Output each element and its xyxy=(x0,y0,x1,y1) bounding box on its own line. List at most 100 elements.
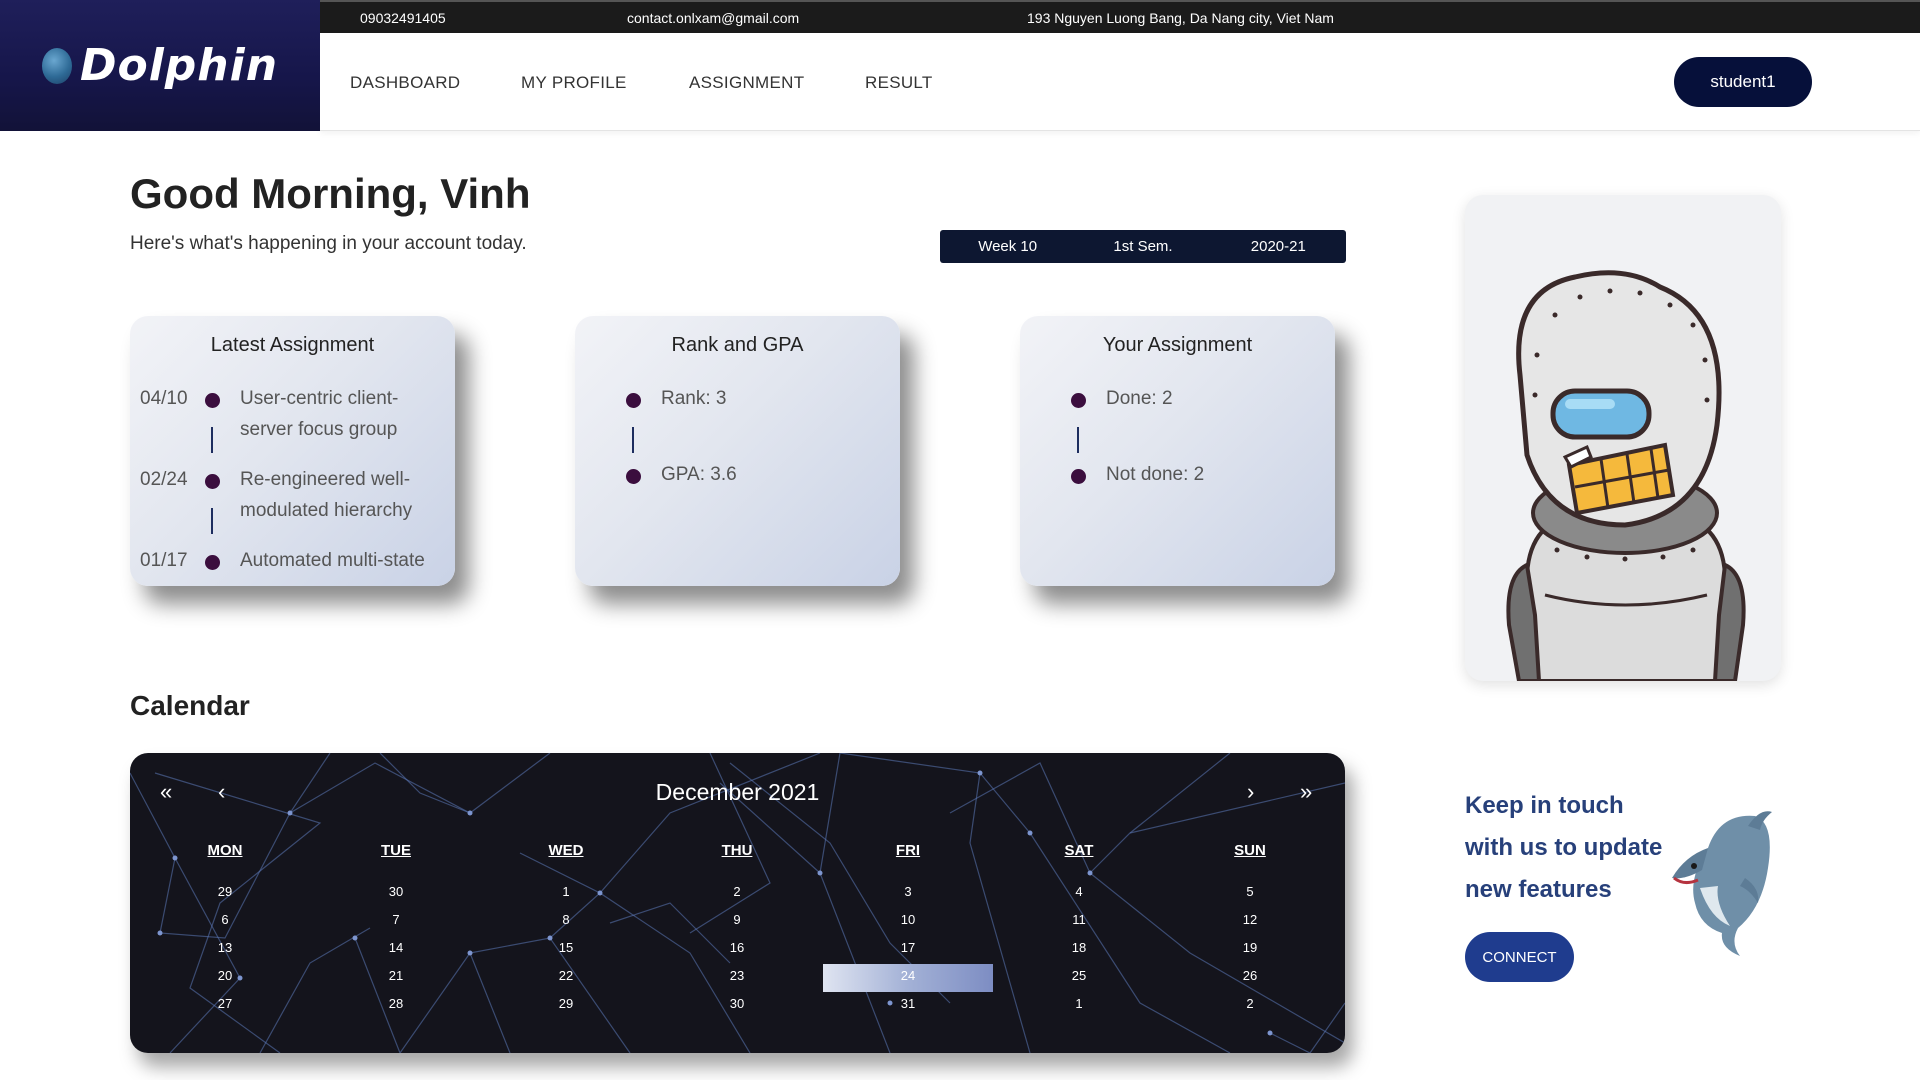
keep-in-touch-line: with us to update xyxy=(1465,834,1663,861)
calendar-day[interactable]: 15 xyxy=(536,940,596,955)
card-title: Latest Assignment xyxy=(210,334,375,356)
calendar-day[interactable]: 16 xyxy=(707,940,767,955)
timeline-dot xyxy=(626,393,641,408)
calendar-day[interactable]: 21 xyxy=(366,968,426,983)
keep-in-touch-line: new features xyxy=(1465,876,1612,903)
assignment-name-cont[interactable]: modulated hierarchy xyxy=(240,500,412,522)
calendar-day[interactable]: 26 xyxy=(1220,968,1280,983)
calendar-day[interactable]: 22 xyxy=(536,968,596,983)
calendar-day[interactable]: 12 xyxy=(1220,912,1280,927)
calendar-day[interactable]: 13 xyxy=(195,940,255,955)
nav-assignment[interactable]: ASSIGNMENT xyxy=(689,73,804,93)
calendar-next-month-button[interactable]: › xyxy=(1247,779,1254,805)
email-address[interactable]: contact.onlxam@gmail.com xyxy=(627,10,799,26)
calendar-day[interactable]: 29 xyxy=(195,884,255,899)
calendar-day[interactable]: 20 xyxy=(195,968,255,983)
latest-assignment-card[interactable]: Latest Assignment 04/10 User-centric cli… xyxy=(130,316,455,586)
calendar-day[interactable]: 2 xyxy=(707,884,767,899)
timeline-line xyxy=(211,427,213,453)
calendar-heading: Calendar xyxy=(130,690,250,721)
weekday-header: THU xyxy=(721,842,753,859)
timeline-line xyxy=(632,427,634,453)
brand-name: Dolphin xyxy=(79,40,279,91)
address: 193 Nguyen Luong Bang, Da Nang city, Vie… xyxy=(1027,10,1334,26)
nav-my-profile[interactable]: MY PROFILE xyxy=(521,73,627,93)
user-menu-button[interactable]: student1 xyxy=(1674,57,1812,107)
timeline-dot xyxy=(626,469,641,484)
rank-gpa-card[interactable]: Rank and GPA Rank: 3 GPA: 3.6 xyxy=(575,316,900,586)
calendar-day[interactable]: 2 xyxy=(1220,996,1280,1011)
calendar-next-year-button[interactable]: » xyxy=(1300,779,1312,805)
keep-in-touch-text: Keep in touch with us to update new feat… xyxy=(1465,785,1665,911)
assignment-date: 01/17 xyxy=(140,550,188,571)
assignment-date: 04/10 xyxy=(140,388,188,409)
calendar-day[interactable]: 6 xyxy=(195,912,255,927)
assignment-name-cont[interactable]: server focus group xyxy=(240,419,397,441)
calendar-day[interactable]: 30 xyxy=(366,884,426,899)
brand-logo[interactable]: Dolphin xyxy=(0,0,320,131)
not-done-count: Not done: 2 xyxy=(1106,464,1205,485)
weekday-header: WED xyxy=(548,842,584,859)
calendar-day[interactable]: 31 xyxy=(878,996,938,1011)
calendar-day[interactable]: 10 xyxy=(878,912,938,927)
weekday-header: SUN xyxy=(1234,842,1266,859)
main-navbar: DASHBOARD MY PROFILE ASSIGNMENT RESULT s… xyxy=(320,33,1920,131)
week-label: Week 10 xyxy=(978,238,1038,255)
calendar-widget: « ‹ December 2021 › » MON TUE WED THU FR… xyxy=(130,753,1345,1053)
calendar-day[interactable]: 23 xyxy=(707,968,767,983)
page-title: Good Morning, Vinh xyxy=(130,170,531,217)
timeline-dot xyxy=(205,474,220,489)
robot-illustration-card xyxy=(1465,195,1781,681)
calendar-day[interactable]: 3 xyxy=(878,884,938,899)
calendar-day[interactable]: 7 xyxy=(366,912,426,927)
calendar-day[interactable]: 25 xyxy=(1049,968,1109,983)
nav-result[interactable]: RESULT xyxy=(865,73,933,93)
done-count: Done: 2 xyxy=(1106,388,1173,409)
card-title: Your Assignment xyxy=(1102,334,1253,356)
calendar-day[interactable]: 17 xyxy=(878,940,938,955)
weekday-header: TUE xyxy=(381,842,411,859)
calendar-day[interactable]: 29 xyxy=(536,996,596,1011)
card-title: Rank and GPA xyxy=(671,334,804,356)
nav-dashboard[interactable]: DASHBOARD xyxy=(350,73,460,93)
weekday-header: SAT xyxy=(1064,842,1094,859)
calendar-day[interactable]: 4 xyxy=(1049,884,1109,899)
globe-icon xyxy=(41,47,72,84)
weekday-header: FRI xyxy=(895,842,921,859)
calendar-day[interactable]: 5 xyxy=(1220,884,1280,899)
assignment-date: 02/24 xyxy=(140,469,188,490)
your-assignment-card[interactable]: Your Assignment Done: 2 Not done: 2 xyxy=(1020,316,1335,586)
timeline-dot xyxy=(205,555,220,570)
assignment-name[interactable]: Automated multi-state xyxy=(240,550,425,572)
timeline-dot xyxy=(205,393,220,408)
dolphin-illustration xyxy=(1672,811,1772,956)
assignment-name[interactable]: Re-engineered well- xyxy=(240,469,410,491)
year-label: 2020-21 xyxy=(1250,238,1306,255)
calendar-day[interactable]: 9 xyxy=(707,912,767,927)
calendar-day[interactable]: 24 xyxy=(878,968,938,983)
calendar-day[interactable]: 1 xyxy=(536,884,596,899)
weekday-header: MON xyxy=(207,842,243,859)
calendar-day[interactable]: 18 xyxy=(1049,940,1109,955)
calendar-day[interactable]: 14 xyxy=(366,940,426,955)
timeline-dot xyxy=(1071,393,1086,408)
timeline-line xyxy=(211,508,213,534)
gpa-value: GPA: 3.6 xyxy=(661,464,737,485)
calendar-day[interactable]: 28 xyxy=(366,996,426,1011)
calendar-month-title[interactable]: December 2021 xyxy=(130,779,1345,806)
semester-label: 1st Sem. xyxy=(1113,238,1173,255)
calendar-day[interactable]: 8 xyxy=(536,912,596,927)
timeline-dot xyxy=(1071,469,1086,484)
calendar-day[interactable]: 1 xyxy=(1049,996,1109,1011)
calendar-day[interactable]: 27 xyxy=(195,996,255,1011)
page-subtitle: Here's what's happening in your account … xyxy=(130,233,527,254)
assignment-name[interactable]: User-centric client- xyxy=(240,388,398,410)
term-info-bar: Week 10 1st Sem. 2020-21 xyxy=(940,230,1346,263)
calendar-day[interactable]: 19 xyxy=(1220,940,1280,955)
calendar-day[interactable]: 11 xyxy=(1049,912,1109,927)
keep-in-touch-line: Keep in touch xyxy=(1465,792,1624,819)
connect-button[interactable]: CONNECT xyxy=(1465,932,1574,982)
robot-illustration xyxy=(1506,270,1746,681)
timeline-line xyxy=(1077,427,1079,453)
calendar-day[interactable]: 30 xyxy=(707,996,767,1011)
